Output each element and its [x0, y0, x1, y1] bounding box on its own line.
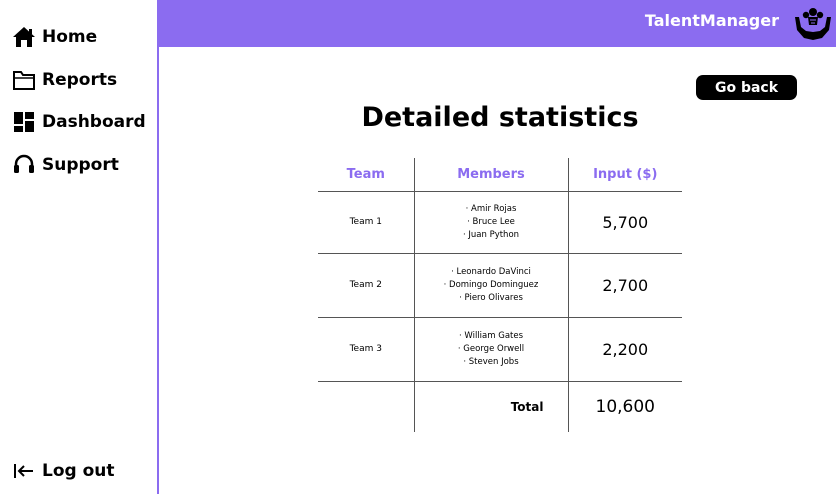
member-name: · Bruce Lee	[467, 216, 515, 227]
header-bar: TalentManager	[159, 0, 836, 47]
team-name: Team 2	[318, 253, 414, 318]
table-row: Team 3 · William Gates · George Orwell ·…	[318, 317, 682, 382]
member-name: · George Orwell	[457, 343, 525, 354]
team-name: Team 3	[318, 317, 414, 382]
column-header-input: Input ($)	[568, 158, 682, 192]
sidebar-item-logout[interactable]: Log out	[12, 458, 115, 484]
team-input: 2,200	[568, 317, 682, 382]
total-label: Total	[413, 381, 569, 432]
sidebar-item-home[interactable]: Home	[12, 24, 97, 50]
sidebar-item-label: Home	[42, 27, 98, 47]
sidebar-item-support[interactable]: Support	[12, 152, 119, 178]
sidebar-item-label: Log out	[42, 461, 115, 481]
member-name: · Domingo Dominguez	[443, 279, 539, 290]
member-name: · Leonardo DaVinci	[451, 266, 531, 277]
member-name: · Steven Jobs	[463, 356, 519, 367]
headset-icon	[12, 153, 36, 177]
dashboard-icon	[12, 110, 36, 134]
team-input: 5,700	[568, 191, 682, 254]
sidebar-item-label: Reports	[42, 70, 118, 90]
team-hands-logo-icon	[792, 3, 834, 43]
table-row: Team 1 · Amir Rojas · Bruce Lee · Juan P…	[318, 191, 682, 254]
column-header-team: Team	[318, 158, 414, 192]
sidebar-item-reports[interactable]: Reports	[12, 67, 117, 93]
team-input: 2,700	[568, 253, 682, 318]
empty-cell	[318, 381, 414, 432]
sidebar-item-label: Dashboard	[42, 112, 146, 132]
home-icon	[12, 25, 36, 49]
table-row: Team 2 · Leonardo DaVinci · Domingo Domi…	[318, 253, 682, 318]
sidebar: Home Reports Dashboard Support Log out	[0, 0, 159, 494]
column-header-members: Members	[413, 158, 569, 192]
go-back-button[interactable]: Go back	[696, 75, 797, 100]
statistics-table: Team Members Input ($) Team 1 · Amir Roj…	[318, 158, 682, 432]
team-name: Team 1	[318, 191, 414, 254]
page-title: Detailed statistics	[361, 102, 639, 133]
table-header-row: Team Members Input ($)	[318, 158, 682, 192]
member-name: · William Gates	[458, 330, 524, 341]
team-members: · Leonardo DaVinci · Domingo Dominguez ·…	[413, 253, 569, 318]
member-name: · Amir Rojas	[465, 203, 517, 214]
total-value: 10,600	[595, 396, 655, 417]
sidebar-item-dashboard[interactable]: Dashboard	[12, 109, 146, 135]
member-name: · Piero Olivares	[459, 292, 523, 303]
sidebar-item-label: Support	[42, 155, 119, 175]
app-title: TalentManager	[644, 11, 779, 30]
table-total-row: Total 10,600	[318, 381, 682, 432]
team-members: · Amir Rojas · Bruce Lee · Juan Python	[413, 191, 569, 254]
team-members: · William Gates · George Orwell · Steven…	[413, 317, 569, 382]
member-name: · Juan Python	[462, 229, 520, 240]
folder-icon	[12, 68, 36, 92]
logout-icon	[12, 459, 36, 483]
